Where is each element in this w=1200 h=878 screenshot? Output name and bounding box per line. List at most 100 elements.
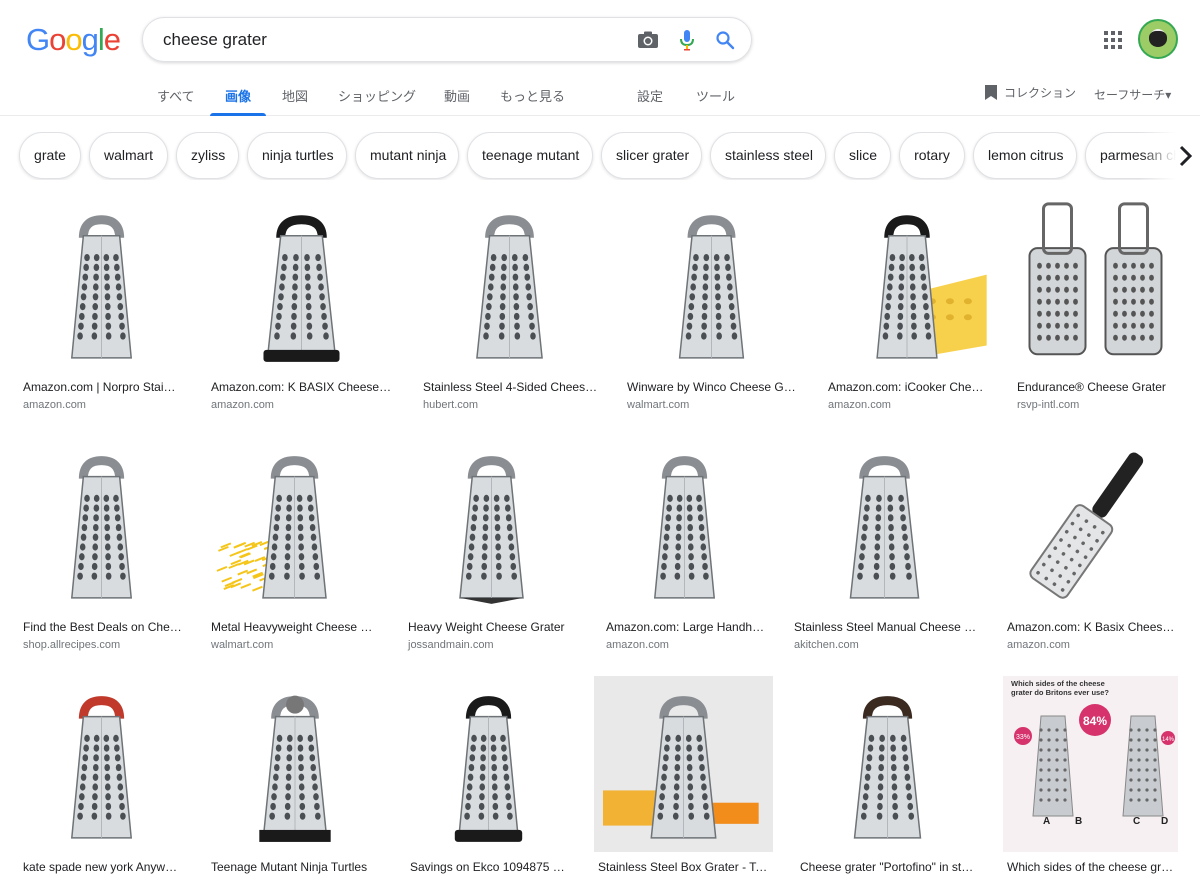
google-logo[interactable]: Google — [26, 22, 120, 58]
result-caption[interactable]: Amazon.com: K Basix Cheese Grater — [1007, 620, 1176, 634]
chip[interactable]: zyliss — [176, 132, 239, 179]
camera-icon[interactable] — [637, 29, 659, 51]
chip[interactable]: lemon citrus — [973, 132, 1077, 179]
result-source: jossandmain.com — [408, 639, 494, 651]
result-thumbnail[interactable] — [404, 436, 579, 612]
chip[interactable]: rotary — [899, 132, 965, 179]
result-thumbnail[interactable] — [623, 195, 800, 372]
image-result-card[interactable]: Stainless Steel Box Grater - Target — [594, 676, 773, 876]
search-input[interactable] — [163, 18, 633, 61]
image-result-card[interactable]: Amazon.com | Norpro Stainless Steel Grat… — [19, 195, 184, 415]
result-caption[interactable]: Stainless Steel 4-Sided Cheese Grater — [423, 380, 598, 394]
image-result-card[interactable]: Find the Best Deals on Cheese Grater shop… — [19, 436, 184, 656]
chip[interactable]: slice — [834, 132, 891, 179]
result-source: shop.allrecipes.com — [23, 639, 120, 651]
logo-letter: g — [82, 22, 98, 57]
image-result-card[interactable]: Metal Heavyweight Cheese Grater walmart.c… — [207, 436, 382, 656]
image-result-card[interactable]: Which sides of the cheese grater do Brit… — [1003, 676, 1178, 876]
logo-letter: e — [104, 22, 120, 57]
result-thumbnail[interactable] — [406, 676, 571, 852]
result-thumbnail[interactable] — [1013, 195, 1178, 372]
chip[interactable]: teenage mutant — [467, 132, 593, 179]
tab-settings[interactable]: 設定 — [637, 86, 663, 105]
result-thumbnail[interactable] — [419, 195, 600, 372]
image-result-card[interactable]: Savings on Ekco 1094875 Grater — [406, 676, 571, 876]
result-caption[interactable]: Heavy Weight Cheese Grater — [408, 620, 577, 634]
image-result-card[interactable]: Endurance® Cheese Grater rsvp-intl.com — [1013, 195, 1178, 415]
result-source: amazon.com — [23, 399, 86, 411]
tab-shopping[interactable]: ショッピング — [338, 86, 416, 105]
chevron-right-icon[interactable] — [1170, 140, 1200, 172]
image-result-card[interactable]: Stainless Steel 4-Sided Cheese Grater hub… — [419, 195, 600, 415]
result-source: amazon.com — [606, 639, 669, 651]
result-caption[interactable]: Cheese grater "Portofino" in stainless — [800, 860, 977, 874]
result-thumbnail[interactable] — [602, 436, 767, 612]
chip[interactable]: grate — [19, 132, 81, 179]
tab-images[interactable]: 画像 — [225, 86, 251, 105]
logo-letter: G — [26, 22, 49, 57]
result-caption[interactable]: Amazon.com: K BASIX Cheese Grater — [211, 380, 394, 394]
chip[interactable]: mutant ninja — [355, 132, 459, 179]
result-caption[interactable]: Savings on Ekco 1094875 Grater — [410, 860, 569, 874]
result-caption[interactable]: Find the Best Deals on Cheese Grater — [23, 620, 182, 634]
collection-label: コレクション — [1004, 84, 1076, 101]
related-chips: grate walmart zyliss ninja turtles mutan… — [0, 132, 1200, 180]
image-result-card[interactable]: Heavy Weight Cheese Grater jossandmain.co… — [404, 436, 579, 656]
result-thumbnail[interactable] — [19, 436, 184, 612]
svg-text:84%: 84% — [1083, 714, 1107, 728]
safesearch-dropdown[interactable]: セーフサーチ▾ — [1094, 86, 1171, 103]
chip[interactable]: stainless steel — [710, 132, 826, 179]
image-result-card[interactable]: Amazon.com: iCooker Cheese Grater amazon.… — [824, 195, 990, 415]
result-caption[interactable]: kate spade new york Anywhere — [23, 860, 182, 874]
chip[interactable]: walmart — [89, 132, 168, 179]
result-caption[interactable]: Amazon.com: iCooker Cheese Grater — [828, 380, 988, 394]
result-thumbnail[interactable] — [207, 676, 383, 852]
chip[interactable]: ninja turtles — [247, 132, 347, 179]
tab-more[interactable]: もっと見る — [500, 86, 565, 105]
result-thumbnail[interactable] — [1003, 436, 1178, 612]
result-caption[interactable]: Endurance® Cheese Grater — [1017, 380, 1176, 394]
avatar[interactable] — [1138, 19, 1178, 59]
image-result-card[interactable]: Amazon.com: K BASIX Cheese Grater amazon.… — [207, 195, 396, 415]
result-caption[interactable]: Teenage Mutant Ninja Turtles — [211, 860, 381, 874]
result-caption[interactable]: Which sides of the cheese grater — [1007, 860, 1176, 874]
bookmark-icon — [984, 84, 998, 101]
mic-icon[interactable] — [676, 29, 698, 51]
result-caption[interactable]: Amazon.com: Large Handheld — [606, 620, 765, 634]
search-tabs: すべて 画像 地図 ショッピング 動画 もっと見る 設定 ツール コレクション … — [0, 78, 1200, 116]
tab-videos[interactable]: 動画 — [444, 86, 470, 105]
result-thumbnail[interactable] — [19, 676, 184, 852]
result-caption[interactable]: Winware by Winco Cheese Grater — [627, 380, 798, 394]
logo-letter: o — [65, 22, 81, 57]
result-thumbnail[interactable] — [824, 195, 990, 372]
tab-maps[interactable]: 地図 — [282, 86, 308, 105]
apps-grid-icon[interactable] — [1104, 31, 1122, 49]
result-thumbnail[interactable] — [594, 676, 773, 852]
image-result-card[interactable]: Amazon.com: K Basix Cheese Grater amazon.… — [1003, 436, 1178, 656]
image-result-card[interactable]: Stainless Steel Manual Cheese Grater akit… — [790, 436, 979, 656]
result-thumbnail[interactable]: Which sides of the cheese grater do Brit… — [1003, 676, 1178, 852]
tab-all[interactable]: すべて — [157, 86, 195, 105]
logo-letter: o — [49, 22, 65, 57]
result-source: amazon.com — [211, 399, 274, 411]
image-result-card[interactable]: kate spade new york Anywhere — [19, 676, 184, 876]
image-result-card[interactable]: Teenage Mutant Ninja Turtles — [207, 676, 383, 876]
result-caption[interactable]: Stainless Steel Box Grater - Target — [598, 860, 771, 874]
image-result-card[interactable]: Cheese grater "Portofino" in stainless — [796, 676, 979, 876]
tab-tools[interactable]: ツール — [696, 86, 735, 105]
result-thumbnail[interactable] — [207, 195, 396, 372]
result-caption[interactable]: Metal Heavyweight Cheese Grater — [211, 620, 380, 634]
image-result-card[interactable]: Winware by Winco Cheese Grater walmart.co… — [623, 195, 800, 415]
result-thumbnail[interactable] — [796, 676, 979, 852]
result-thumbnail[interactable] — [207, 436, 382, 612]
result-thumbnail[interactable] — [19, 195, 184, 372]
chip[interactable]: slicer grater — [601, 132, 702, 179]
collection-link[interactable]: コレクション — [984, 84, 1076, 101]
result-caption[interactable]: Stainless Steel Manual Cheese Grater — [794, 620, 977, 634]
result-caption[interactable]: Amazon.com | Norpro Stainless Steel Grat… — [23, 380, 182, 394]
result-source: akitchen.com — [794, 639, 859, 651]
search-icon[interactable] — [714, 29, 736, 51]
image-result-card[interactable]: Amazon.com: Large Handheld amazon.com — [602, 436, 767, 656]
result-source: hubert.com — [423, 399, 478, 411]
result-thumbnail[interactable] — [790, 436, 979, 612]
